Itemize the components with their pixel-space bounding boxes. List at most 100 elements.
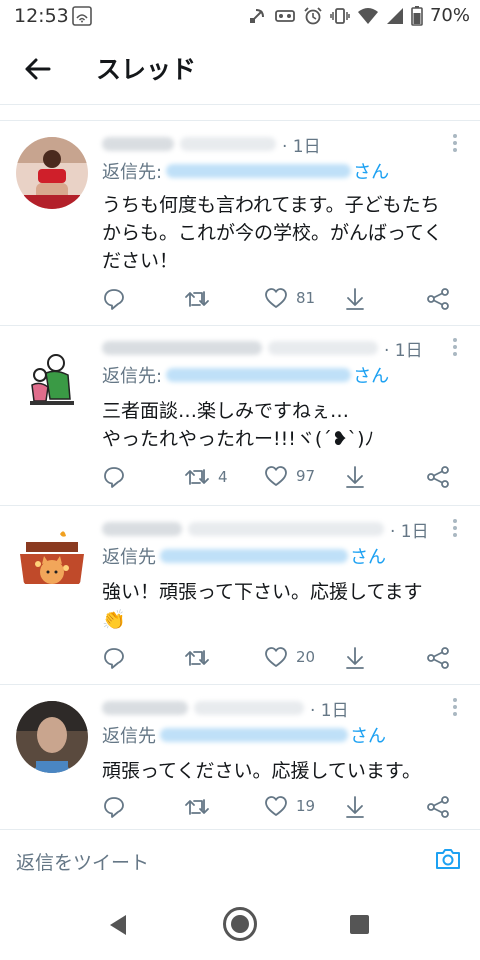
back-arrow-icon[interactable] xyxy=(20,52,54,86)
reply-to-handle-redacted[interactable] xyxy=(166,164,352,178)
nav-home-icon[interactable] xyxy=(222,906,258,946)
tweet-actions: 81 xyxy=(102,287,454,313)
more-icon[interactable] xyxy=(452,697,458,721)
wifi-icon xyxy=(357,6,379,26)
tweet-header: · 1日 xyxy=(102,695,349,721)
download-icon[interactable] xyxy=(344,465,366,489)
more-icon[interactable] xyxy=(452,133,458,157)
app-bar: スレッド xyxy=(0,32,480,105)
tweet[interactable]: · 1日 返信先 さん 頑張ってください。応援しています。 19 xyxy=(0,685,480,828)
alarm-icon xyxy=(303,6,323,26)
battery-percent: 70% xyxy=(429,5,470,26)
reply-to: 返信先 さん xyxy=(102,544,386,568)
reply-to: 返信先: さん xyxy=(102,363,389,387)
reply-to-label: 返信先: xyxy=(102,162,163,183)
tweet-header: · 1日 xyxy=(102,131,321,157)
retweet-icon xyxy=(185,291,209,307)
heart-icon xyxy=(265,288,287,308)
author-handle-redacted xyxy=(268,341,378,355)
reply-to-honorific[interactable]: さん xyxy=(353,362,389,388)
author-handle-redacted xyxy=(188,522,384,536)
reply-icon[interactable] xyxy=(102,465,126,489)
reply-to-honorific[interactable]: さん xyxy=(350,543,386,569)
author-name-redacted xyxy=(102,522,182,536)
tweet-header: · 1日 xyxy=(102,335,423,361)
nav-recents-icon[interactable] xyxy=(350,915,369,934)
nav-back-icon[interactable] xyxy=(108,914,128,940)
download-icon[interactable] xyxy=(344,795,366,819)
like-count: 20 xyxy=(296,648,316,666)
retweet-icon xyxy=(185,650,209,666)
author-name-redacted xyxy=(102,701,188,715)
retweet-button[interactable] xyxy=(184,287,218,311)
avatar[interactable] xyxy=(16,343,88,415)
battery-icon xyxy=(411,5,423,26)
vibrate-icon xyxy=(330,6,350,26)
more-icon[interactable] xyxy=(452,337,458,361)
tweet[interactable]: · 1日 返信先: さん 三者面談…楽しみですねぇ… やったれやったれー!!!ヾ… xyxy=(0,325,480,506)
status-bar: 12:53 70% xyxy=(0,0,480,32)
download-icon[interactable] xyxy=(344,287,366,311)
reply-to-handle-redacted[interactable] xyxy=(166,368,352,382)
heart-icon xyxy=(265,466,287,486)
share-icon[interactable] xyxy=(426,795,450,819)
reply-icon[interactable] xyxy=(102,646,126,670)
retweet-button[interactable] xyxy=(184,795,218,819)
tweet[interactable]: · 1日 返信先: さん うちも何度も言われてます。子どもたち からも。これが今… xyxy=(0,120,480,326)
tweet-text: 頑張ってください。応援しています。 xyxy=(102,760,422,782)
reply-to-label: 返信先 xyxy=(102,726,156,747)
reply-icon[interactable] xyxy=(102,795,126,819)
reply-to-label: 返信先 xyxy=(102,547,156,568)
share-icon[interactable] xyxy=(426,465,450,489)
signal-icon xyxy=(386,7,404,25)
author-handle-redacted xyxy=(180,137,276,151)
page-title: スレッド xyxy=(96,55,197,84)
author-name-redacted xyxy=(102,341,262,355)
tweet-text: 強い！頑張って下さい。応援してます 👏 xyxy=(102,581,423,631)
tweet[interactable]: · 1日 返信先 さん 強い！頑張って下さい。応援してます 👏 20 xyxy=(0,506,480,685)
tweet-header: · 1日 xyxy=(102,516,429,542)
system-nav-bar xyxy=(0,888,480,960)
tweet-actions: 20 xyxy=(102,646,454,672)
more-icon[interactable] xyxy=(452,518,458,542)
reply-to: 返信先: さん xyxy=(102,159,389,183)
like-button[interactable]: 97 xyxy=(264,465,315,487)
avatar[interactable] xyxy=(16,701,88,773)
reply-to-label: 返信先: xyxy=(102,366,163,387)
like-count: 81 xyxy=(296,289,316,307)
avatar[interactable] xyxy=(16,524,88,596)
like-count: 19 xyxy=(296,797,316,815)
reply-to-handle-redacted[interactable] xyxy=(160,549,348,563)
tweet-time: · 1日 xyxy=(384,340,423,361)
reply-icon[interactable] xyxy=(102,287,126,311)
author-handle-redacted xyxy=(194,701,304,715)
like-button[interactable]: 19 xyxy=(264,795,315,817)
reply-to-honorific[interactable]: さん xyxy=(350,722,386,748)
retweet-count: 4 xyxy=(218,468,228,486)
retweet-icon xyxy=(185,469,209,485)
download-icon[interactable] xyxy=(344,646,366,670)
tweet-text: 三者面談…楽しみですねぇ… やったれやったれー!!!ヾ(´❥`)ﾉ xyxy=(102,400,375,450)
share-icon[interactable] xyxy=(426,646,450,670)
like-button[interactable]: 81 xyxy=(264,287,315,309)
camera-icon[interactable] xyxy=(434,847,462,875)
reply-to-handle-redacted[interactable] xyxy=(160,728,348,742)
share-icon[interactable] xyxy=(426,287,450,311)
reply-to: 返信先 さん xyxy=(102,723,386,747)
heart-icon xyxy=(265,647,287,667)
tweet-time: · 1日 xyxy=(282,136,321,157)
reply-compose-bar[interactable]: 返信をツイート xyxy=(0,829,480,889)
tweet-text: うちも何度も言われてます。子どもたち からも。これが今の学校。がんばってく ださ… xyxy=(102,194,443,272)
wifi-notification-icon xyxy=(72,6,92,30)
retweet-icon xyxy=(185,799,209,815)
reply-to-honorific[interactable]: さん xyxy=(353,158,389,184)
tweet-time: · 1日 xyxy=(390,521,429,542)
voicemail-icon xyxy=(274,6,296,26)
retweet-button[interactable]: 4 xyxy=(184,465,228,489)
tweet-time: · 1日 xyxy=(310,700,349,721)
nfc-icon xyxy=(247,6,267,26)
avatar[interactable] xyxy=(16,137,88,209)
like-button[interactable]: 20 xyxy=(264,646,315,668)
reply-input-placeholder[interactable]: 返信をツイート xyxy=(16,848,149,875)
retweet-button[interactable] xyxy=(184,646,218,670)
